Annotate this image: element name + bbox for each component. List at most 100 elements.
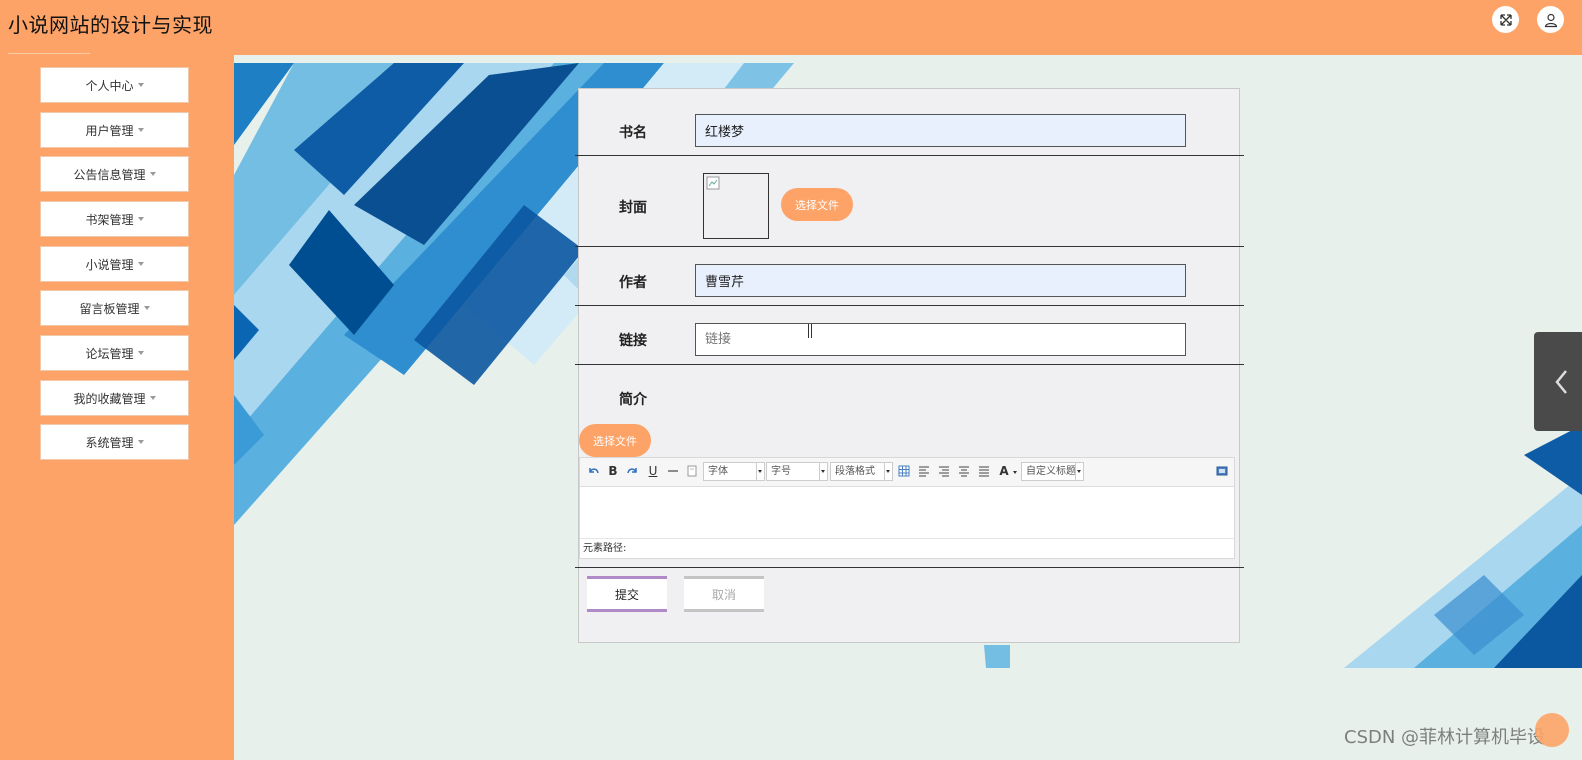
dropdown-arrow-icon: [884, 463, 892, 480]
horizontal-rule-button[interactable]: [665, 463, 681, 479]
custom-title-value: 自定义标题: [1026, 466, 1076, 477]
user-icon: [1544, 13, 1557, 27]
caret-down-icon: [137, 83, 144, 87]
book-name-input[interactable]: [695, 114, 1186, 147]
caret-down-icon: [143, 306, 150, 310]
cover-choose-file-button[interactable]: 选择文件: [781, 188, 853, 221]
font-size-value: 字号: [771, 466, 791, 477]
underline-button[interactable]: U: [645, 463, 661, 479]
redo-icon: [627, 468, 637, 474]
fullscreen-editor-button[interactable]: [1214, 463, 1230, 479]
table-icon: [898, 465, 910, 477]
fullscreen-button[interactable]: [1492, 6, 1519, 33]
top-header: 小说网站的设计与实现: [0, 0, 1582, 55]
font-color-glyph: A: [999, 464, 1009, 478]
element-path-bar: 元素路径:: [580, 538, 1234, 558]
cover-label: 封面: [619, 200, 647, 216]
align-justify-icon: [979, 466, 989, 477]
font-family-select[interactable]: 字体: [703, 462, 765, 481]
paragraph-format-value: 段落格式: [835, 466, 875, 477]
csdn-watermark: CSDN @菲林计算机毕设: [1344, 727, 1546, 748]
row-divider: [575, 246, 1244, 247]
sidebar-item-label: 个人中心: [85, 78, 134, 93]
edit-form-panel: [578, 88, 1240, 643]
sidebar-item-label: 论坛管理: [85, 346, 134, 361]
undo-icon: [589, 468, 599, 474]
text-cursor-icon: [808, 324, 812, 338]
floating-action-button[interactable]: [1535, 713, 1569, 747]
sidebar-item-label: 留言板管理: [79, 301, 140, 316]
sidebar-item-announcement-management[interactable]: 公告信息管理: [40, 156, 189, 192]
align-left-button[interactable]: [916, 463, 932, 479]
editor-content-area[interactable]: [580, 487, 1234, 538]
undo-button[interactable]: [585, 463, 601, 479]
sidebar-item-favorites-management[interactable]: 我的收藏管理: [40, 380, 189, 416]
row-divider: [575, 567, 1244, 568]
sidebar-item-label: 小说管理: [85, 257, 134, 272]
intro-choose-file-button[interactable]: 选择文件: [579, 424, 651, 457]
align-right-button[interactable]: [936, 463, 952, 479]
bold-button[interactable]: B: [605, 463, 621, 479]
cancel-button[interactable]: 取消: [684, 576, 764, 612]
sidebar-item-message-board-management[interactable]: 留言板管理: [40, 290, 189, 326]
dropdown-arrow-icon: [1075, 463, 1083, 480]
sidebar-item-novel-management[interactable]: 小说管理: [40, 246, 189, 282]
font-color-dropdown-icon[interactable]: [1013, 471, 1017, 474]
caret-down-icon: [149, 172, 156, 176]
sidebar-item-label: 用户管理: [85, 123, 134, 138]
cover-image-preview: [703, 173, 769, 239]
caret-down-icon: [137, 440, 144, 444]
user-button[interactable]: [1537, 6, 1564, 33]
submit-button[interactable]: 提交: [587, 576, 667, 612]
sidebar-item-bookshelf-management[interactable]: 书架管理: [40, 201, 189, 237]
font-size-select[interactable]: 字号: [766, 462, 828, 481]
sidebar-item-system-management[interactable]: 系统管理: [40, 424, 189, 460]
caret-down-icon: [137, 217, 144, 221]
author-input[interactable]: [695, 264, 1186, 297]
intro-label: 简介: [619, 392, 647, 408]
link-label: 链接: [619, 333, 647, 349]
intro-rich-text-editor: B U 字体 字号 段落格式 A 自定义标题 元素路径:: [579, 457, 1235, 559]
fullscreen-icon: [1499, 13, 1512, 26]
sidebar-item-forum-management[interactable]: 论坛管理: [40, 335, 189, 371]
fullscreen-editor-icon: [1216, 466, 1228, 476]
sidebar: 个人中心 用户管理 公告信息管理 书架管理 小说管理 留言板管理 论坛管理 我的…: [0, 55, 234, 760]
row-divider: [575, 364, 1244, 365]
paste-icon: [687, 465, 697, 477]
side-collapse-tab[interactable]: [1534, 332, 1582, 431]
chevron-left-icon: [1555, 370, 1567, 394]
caret-down-icon: [137, 262, 144, 266]
redo-button[interactable]: [625, 463, 641, 479]
font-color-button[interactable]: A: [996, 463, 1012, 479]
sidebar-item-label: 公告信息管理: [73, 167, 146, 182]
align-justify-button[interactable]: [976, 463, 992, 479]
dropdown-arrow-icon: [756, 463, 764, 480]
paragraph-format-select[interactable]: 段落格式: [830, 462, 893, 481]
row-divider: [575, 305, 1244, 306]
link-input[interactable]: [695, 323, 1186, 356]
book-name-label: 书名: [619, 125, 647, 141]
sidebar-item-label: 书架管理: [85, 212, 134, 227]
sidebar-item-label: 系统管理: [85, 435, 134, 450]
app-title: 小说网站的设计与实现: [8, 13, 213, 37]
align-center-button[interactable]: [956, 463, 972, 479]
author-label: 作者: [619, 275, 647, 291]
caret-down-icon: [137, 128, 144, 132]
align-right-icon: [939, 466, 949, 477]
dropdown-arrow-icon: [819, 463, 827, 480]
sidebar-item-user-management[interactable]: 用户管理: [40, 112, 189, 148]
custom-title-select[interactable]: 自定义标题: [1021, 462, 1084, 481]
caret-down-icon: [137, 351, 144, 355]
align-left-icon: [919, 466, 929, 477]
title-underline: [8, 53, 90, 54]
row-divider: [575, 155, 1244, 156]
font-family-value: 字体: [708, 466, 728, 477]
align-center-icon: [959, 466, 969, 477]
editor-toolbar: B U 字体 字号 段落格式 A 自定义标题: [580, 458, 1234, 487]
paste-button[interactable]: [684, 463, 700, 479]
insert-table-button[interactable]: [896, 463, 912, 479]
sidebar-item-personal-center[interactable]: 个人中心: [40, 67, 189, 103]
caret-down-icon: [149, 396, 156, 400]
sidebar-item-label: 我的收藏管理: [73, 391, 146, 406]
broken-image-icon: [706, 176, 720, 190]
